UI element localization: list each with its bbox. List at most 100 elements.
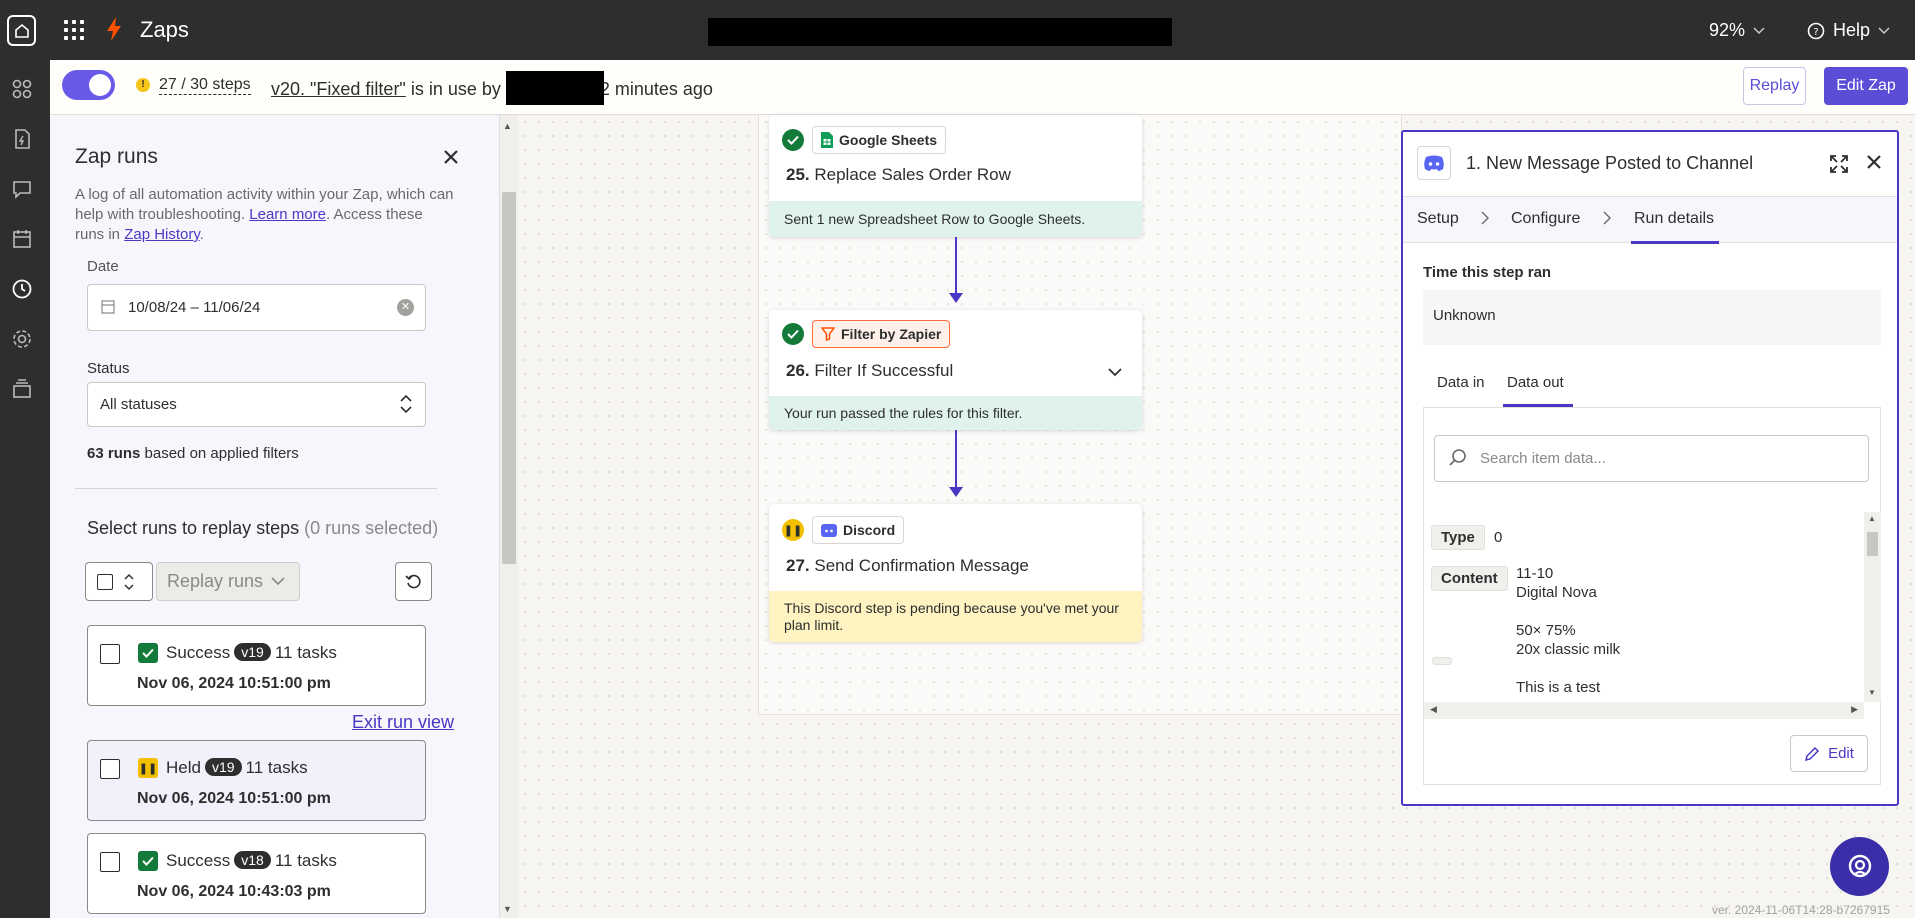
held-pause-icon: ❚❚ <box>138 758 158 778</box>
learn-more-link[interactable]: Learn more <box>249 206 326 223</box>
version-badge: v19 <box>234 643 271 661</box>
search-icon <box>1448 448 1468 472</box>
edit-zap-button[interactable]: Edit Zap <box>1824 67 1908 105</box>
zoom-control[interactable]: 92% <box>1709 20 1765 41</box>
apps-icon[interactable] <box>11 78 35 102</box>
scroll-down-icon[interactable]: ▼ <box>503 904 512 914</box>
select-all-checkbox[interactable] <box>85 562 153 601</box>
versions-stack-icon[interactable] <box>11 378 35 402</box>
zap-runs-panel: Zap runs A log of all automation activit… <box>50 115 500 918</box>
clear-icon[interactable]: ✕ <box>397 299 414 316</box>
selected-count: (0 runs selected) <box>304 518 439 538</box>
step-card[interactable]: Filter by Zapier 26. Filter If Successfu… <box>769 310 1142 430</box>
chat-icon[interactable] <box>11 178 35 202</box>
step-details-panel: 1. New Message Posted to Channel Setup C… <box>1401 130 1899 806</box>
step-card[interactable]: Google Sheets 25. Replace Sales Order Ro… <box>769 115 1142 237</box>
held-pause-icon: ❚❚ <box>782 519 804 541</box>
version-badge: v19 <box>204 758 242 776</box>
tab-data-out[interactable]: Data out <box>1507 374 1564 391</box>
chevron-down-icon[interactable] <box>1108 364 1122 381</box>
close-icon[interactable] <box>442 145 460 173</box>
version-link[interactable]: v20. "Fixed filter" <box>271 79 406 99</box>
chevron-up-down-icon <box>123 571 135 597</box>
step-count[interactable]: 27 / 30 steps <box>159 76 251 95</box>
tab-configure[interactable]: Configure <box>1511 210 1580 228</box>
exit-run-view-link[interactable]: Exit run view <box>352 712 454 733</box>
zap-file-icon[interactable] <box>11 128 35 152</box>
step-card[interactable]: ❚❚ Discord 27. Send Confirmation Message… <box>769 504 1142 642</box>
step-name: 27. Send Confirmation Message <box>786 556 1029 576</box>
run-time: Nov 06, 2024 10:51:00 pm <box>137 675 331 692</box>
scroll-right-icon[interactable]: ▶ <box>1851 704 1858 715</box>
run-card[interactable]: Success v18 11 tasks Nov 06, 2024 10:43:03… <box>87 833 426 914</box>
replay-runs-label: Replay runs <box>167 571 264 591</box>
calendar-icon[interactable] <box>11 228 35 252</box>
run-count-text: based on applied filters <box>140 445 299 462</box>
tab-data-in[interactable]: Data in <box>1437 374 1485 391</box>
help-menu[interactable]: ? Help <box>1807 20 1890 41</box>
expand-icon[interactable] <box>1829 154 1849 178</box>
replay-button[interactable]: Replay <box>1743 67 1806 105</box>
redacted-zap-name <box>708 18 1172 46</box>
step-footer: This Discord step is pending because you… <box>769 591 1142 642</box>
status-text: Held <box>166 758 201 777</box>
app-name: Google Sheets <box>839 132 938 148</box>
app-title[interactable]: Zaps <box>140 17 189 43</box>
run-checkbox[interactable] <box>100 852 120 872</box>
run-time: Nov 06, 2024 10:43:03 pm <box>137 883 331 900</box>
replay-runs-button[interactable]: Replay runs <box>156 562 300 601</box>
scroll-down-icon[interactable]: ▼ <box>1868 688 1876 697</box>
run-card[interactable]: ❚❚ Held v19 11 tasks Nov 06, 2024 10:51:00… <box>87 740 426 821</box>
panel-title: Zap runs <box>75 145 158 168</box>
run-card[interactable]: Success v19 11 tasks Nov 06, 2024 10:51:00… <box>87 625 426 706</box>
data-vertical-scrollbar[interactable]: ▲ ▼ <box>1864 512 1881 702</box>
svg-text:?: ? <box>1813 27 1818 38</box>
close-icon[interactable] <box>1865 150 1883 178</box>
run-checkbox[interactable] <box>100 644 120 664</box>
zoom-level: 92% <box>1709 20 1746 40</box>
settings-gear-icon[interactable] <box>11 328 35 352</box>
status-label: Status <box>87 360 130 377</box>
active-tab-indicator <box>1631 241 1719 244</box>
tab-run-details[interactable]: Run details <box>1634 210 1714 228</box>
history-icon[interactable] <box>11 278 35 302</box>
task-count: 11 tasks <box>245 758 308 777</box>
success-check-icon <box>782 323 804 345</box>
select-runs-title: Select runs to replay steps (0 runs sele… <box>87 518 438 539</box>
date-range-input[interactable]: 10/08/24 – 11/06/24 ✕ <box>87 284 426 331</box>
scrollbar-thumb[interactable] <box>1867 532 1878 556</box>
reset-icon[interactable] <box>395 562 432 601</box>
scroll-up-icon[interactable]: ▲ <box>503 121 512 131</box>
calendar-icon <box>101 299 115 318</box>
data-horizontal-scrollbar[interactable]: ◀ ▶ <box>1424 702 1864 719</box>
discord-icon <box>1417 146 1451 180</box>
zap-history-link[interactable]: Zap History <box>124 226 200 243</box>
tab-setup[interactable]: Setup <box>1417 210 1459 228</box>
status-select[interactable]: All statuses <box>87 382 426 427</box>
app-grid-icon[interactable] <box>64 20 84 40</box>
app-badge: Google Sheets <box>812 126 947 154</box>
scroll-up-icon[interactable]: ▲ <box>1868 514 1876 523</box>
divider <box>75 488 437 489</box>
google-sheets-icon <box>821 132 833 148</box>
field-value: 0 <box>1494 529 1503 546</box>
home-icon[interactable] <box>7 15 36 46</box>
support-chat-button[interactable] <box>1830 837 1889 896</box>
run-status: Success v19 11 tasks <box>166 643 337 663</box>
step-name: 25. Replace Sales Order Row <box>786 165 1011 185</box>
left-rail <box>0 60 50 918</box>
scroll-left-icon[interactable]: ◀ <box>1430 704 1437 715</box>
top-bar: Zaps 92% ? Help <box>0 0 1915 60</box>
field-key <box>1432 657 1452 665</box>
run-count: 63 runs based on applied filters <box>87 445 299 462</box>
run-checkbox[interactable] <box>100 759 120 779</box>
panel-scrollbar-thumb[interactable] <box>502 192 516 564</box>
edit-button[interactable]: Edit <box>1790 735 1868 772</box>
search-item-data-input[interactable]: Search item data... <box>1434 435 1869 482</box>
version-badge: v18 <box>234 851 271 869</box>
app-name: Discord <box>843 522 896 538</box>
zap-on-toggle[interactable] <box>62 70 115 100</box>
field-key: Type <box>1431 525 1485 550</box>
ago-text: 2 minutes ago <box>599 78 713 99</box>
step-name: 26. Filter If Successful <box>786 361 953 381</box>
